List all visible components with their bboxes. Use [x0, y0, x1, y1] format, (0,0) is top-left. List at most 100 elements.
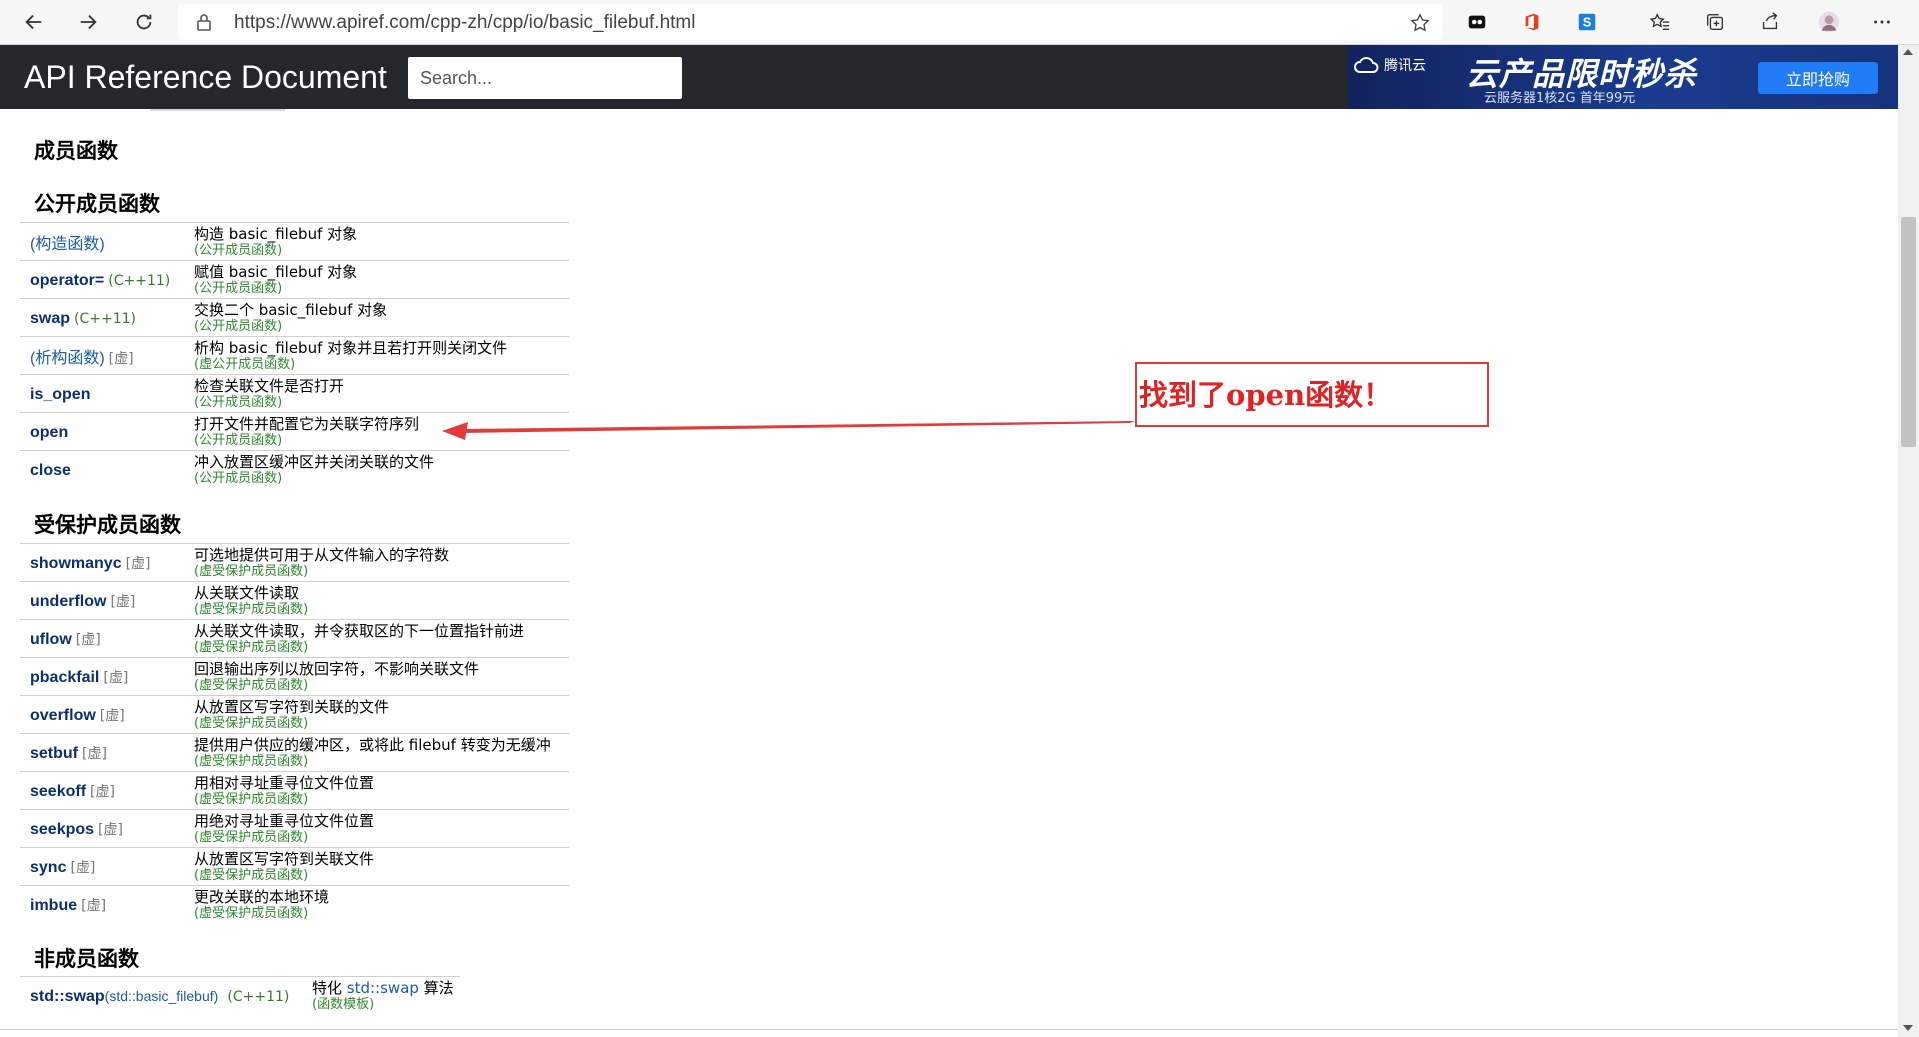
- s-extension-icon[interactable]: S: [1575, 10, 1599, 34]
- browser-toolbar: https://www.apiref.com/cpp-zh/cpp/io/bas…: [0, 0, 1919, 45]
- table-row: operator= (C++11) 赋值 basic_filebuf 对象 (公开成员…: [20, 260, 569, 299]
- fn-kind[interactable]: (虚受保护成员函数): [194, 906, 569, 921]
- protected-fn-link[interactable]: underflow: [30, 593, 106, 610]
- table-row: is_open 检查关联文件是否打开 (公开成员函数): [20, 374, 569, 413]
- fn-kind[interactable]: (虚公开成员函数): [194, 357, 569, 372]
- fn-description: 构造 basic_filebuf 对象: [194, 224, 358, 243]
- fn-description: 更改关联的本地环境: [194, 887, 330, 906]
- fn-qualifier: [虚]: [75, 631, 101, 648]
- std-swap-link[interactable]: std::swap: [347, 979, 419, 997]
- fn-kind[interactable]: (虚受保护成员函数): [194, 640, 569, 655]
- fn-kind[interactable]: (公开成员函数): [194, 395, 569, 410]
- public-fn-link[interactable]: (构造函数): [30, 236, 105, 253]
- fn-description: 提供用户供应的缓冲区，或将此 filebuf 转变为无缓冲: [194, 735, 551, 754]
- scroll-down-arrow-icon[interactable]: [1903, 1025, 1913, 1031]
- fn-qualifier: [虚]: [108, 350, 134, 367]
- table-row: (构造函数) 构造 basic_filebuf 对象 (公开成员函数): [20, 222, 569, 261]
- fn-kind[interactable]: (虚受保护成员函数): [194, 792, 569, 807]
- protected-fn-link[interactable]: pbackfail: [30, 669, 99, 686]
- fn-kind[interactable]: (虚受保护成员函数): [194, 716, 569, 731]
- fn-qualifier: [虚]: [90, 783, 115, 800]
- public-fn-link[interactable]: close: [30, 462, 71, 479]
- scroll-up-arrow-icon[interactable]: [1903, 49, 1913, 55]
- public-fn-link[interactable]: open: [30, 424, 68, 441]
- fn-description: 特化 std::swap 算法: [312, 978, 454, 997]
- protected-fn-link[interactable]: sync: [30, 859, 66, 876]
- protected-fn-link[interactable]: uflow: [30, 631, 72, 648]
- table-row: seekoff [虚] 用相对寻址重寻位文件位置 (虚受保护成员函数): [20, 771, 569, 810]
- fn-kind[interactable]: (公开成员函数): [194, 471, 569, 486]
- heading-protected-member-functions: 受保护成员函数: [34, 513, 181, 537]
- heading-non-member-functions: 非成员函数: [34, 947, 139, 971]
- fn-description: 回退输出序列以放回字符，不影响关联文件: [194, 659, 480, 678]
- fn-kind[interactable]: (公开成员函数): [194, 281, 569, 296]
- table-row: uflow [虚] 从关联文件读取，并令获取区的下一位置指针前进 (虚受保护成员函数): [20, 619, 569, 658]
- public-fn-link[interactable]: operator=: [30, 272, 104, 289]
- url-text[interactable]: https://www.apiref.com/cpp-zh/cpp/io/bas…: [234, 12, 695, 34]
- fn-qualifier: [虚]: [125, 555, 151, 572]
- table-row: swap (C++11) 交换二个 basic_filebuf 对象 (公开成员函数): [20, 298, 569, 337]
- back-icon[interactable]: [18, 6, 50, 38]
- office-icon[interactable]: [1520, 10, 1544, 34]
- fn-kind[interactable]: (公开成员函数): [194, 243, 569, 258]
- fn-kind[interactable]: (虚受保护成员函数): [194, 564, 569, 579]
- protected-fn-link[interactable]: seekpos: [30, 821, 94, 838]
- fn-kind[interactable]: (虚受保护成员函数): [194, 678, 569, 693]
- ad-logo: 腾讯云: [1354, 55, 1426, 75]
- fn-kind[interactable]: (虚受保护成员函数): [194, 602, 569, 617]
- refresh-icon[interactable]: [128, 6, 160, 38]
- ad-subtitle: 云服务器1核2G 首年99元: [1484, 91, 1636, 106]
- fn-arg[interactable]: (std::basic_filebuf): [105, 988, 219, 1004]
- fn-qualifier: (C++11): [108, 272, 171, 289]
- fn-description: 析构 basic_filebuf 对象并且若打开则关闭文件: [194, 338, 508, 357]
- fn-qualifier: [虚]: [99, 707, 125, 724]
- annotation-text: 找到了open函数！: [1139, 378, 1393, 412]
- protected-member-table: showmanyc [虚] 可选地提供可用于从文件输入的字符数 (虚受保护成员函数) u…: [20, 543, 569, 923]
- heading-public-member-functions: 公开成员函数: [34, 192, 160, 216]
- lock-icon: [197, 14, 211, 31]
- public-fn-link[interactable]: swap: [30, 310, 70, 327]
- site-title[interactable]: API Reference Document: [24, 59, 387, 96]
- page-scrollbar[interactable]: [1898, 45, 1919, 1037]
- ad-banner[interactable]: 腾讯云 云产品限时秒杀 云服务器1核2G 首年99元 立即抢购: [1348, 45, 1898, 109]
- fn-link-std-swap[interactable]: std::swap: [30, 988, 105, 1005]
- table-row: std::swap(std::basic_filebuf) (C++11) 特化…: [20, 976, 460, 1014]
- table-row: seekpos [虚] 用绝对寻址重寻位文件位置 (虚受保护成员函数): [20, 809, 569, 848]
- fn-description: 从放置区写字符到关联的文件: [194, 697, 390, 716]
- protected-fn-link[interactable]: imbue: [30, 897, 77, 914]
- more-icon[interactable]: [1870, 10, 1894, 34]
- public-fn-link[interactable]: is_open: [30, 386, 90, 403]
- fn-description: 用绝对寻址重寻位文件位置: [194, 811, 375, 830]
- protected-fn-link[interactable]: showmanyc: [30, 555, 122, 572]
- address-bar[interactable]: https://www.apiref.com/cpp-zh/cpp/io/bas…: [178, 4, 1443, 40]
- scroll-thumb[interactable]: [1901, 217, 1916, 447]
- forward-icon[interactable]: [72, 6, 104, 38]
- fn-description: 从关联文件读取: [194, 583, 300, 602]
- fn-kind[interactable]: (虚受保护成员函数): [194, 754, 569, 769]
- fn-kind[interactable]: (公开成员函数): [194, 319, 569, 334]
- collections-icon[interactable]: [1703, 10, 1727, 34]
- search-input[interactable]: [408, 57, 682, 99]
- table-row: pbackfail [虚] 回退输出序列以放回字符，不影响关联文件 (虚受保护成员函数…: [20, 657, 569, 696]
- protected-fn-link[interactable]: overflow: [30, 707, 96, 724]
- table-row: setbuf [虚] 提供用户供应的缓冲区，或将此 filebuf 转变为无缓冲 (虚…: [20, 733, 569, 772]
- avatar[interactable]: [1814, 7, 1844, 37]
- star-icon[interactable]: [1409, 12, 1431, 34]
- share-icon[interactable]: [1758, 10, 1782, 34]
- protected-fn-link[interactable]: setbuf: [30, 745, 78, 762]
- public-fn-link[interactable]: (析构函数): [30, 350, 105, 367]
- annotation-arrow-icon: [442, 421, 1135, 440]
- site-header: API Reference Document 腾讯云 云产品限时秒杀 云服务器1…: [0, 45, 1898, 109]
- favorites-icon[interactable]: [1648, 10, 1672, 34]
- fn-qualifier: [虚]: [81, 897, 107, 914]
- page-root: https://www.apiref.com/cpp-zh/cpp/io/bas…: [0, 0, 1919, 1037]
- fn-kind[interactable]: (虚受保护成员函数): [194, 830, 569, 845]
- ad-cta-button[interactable]: 立即抢购: [1758, 62, 1878, 94]
- fn-description: 检查关联文件是否打开: [194, 376, 345, 395]
- fn-kind[interactable]: (虚受保护成员函数): [194, 868, 569, 883]
- fn-qualifier: [虚]: [103, 669, 129, 686]
- extension-icon[interactable]: [1465, 10, 1489, 34]
- protected-fn-link[interactable]: seekoff: [30, 783, 86, 800]
- table-row: imbue [虚] 更改关联的本地环境 (虚受保护成员函数): [20, 885, 569, 923]
- fn-qualifier: (C++11): [74, 310, 136, 327]
